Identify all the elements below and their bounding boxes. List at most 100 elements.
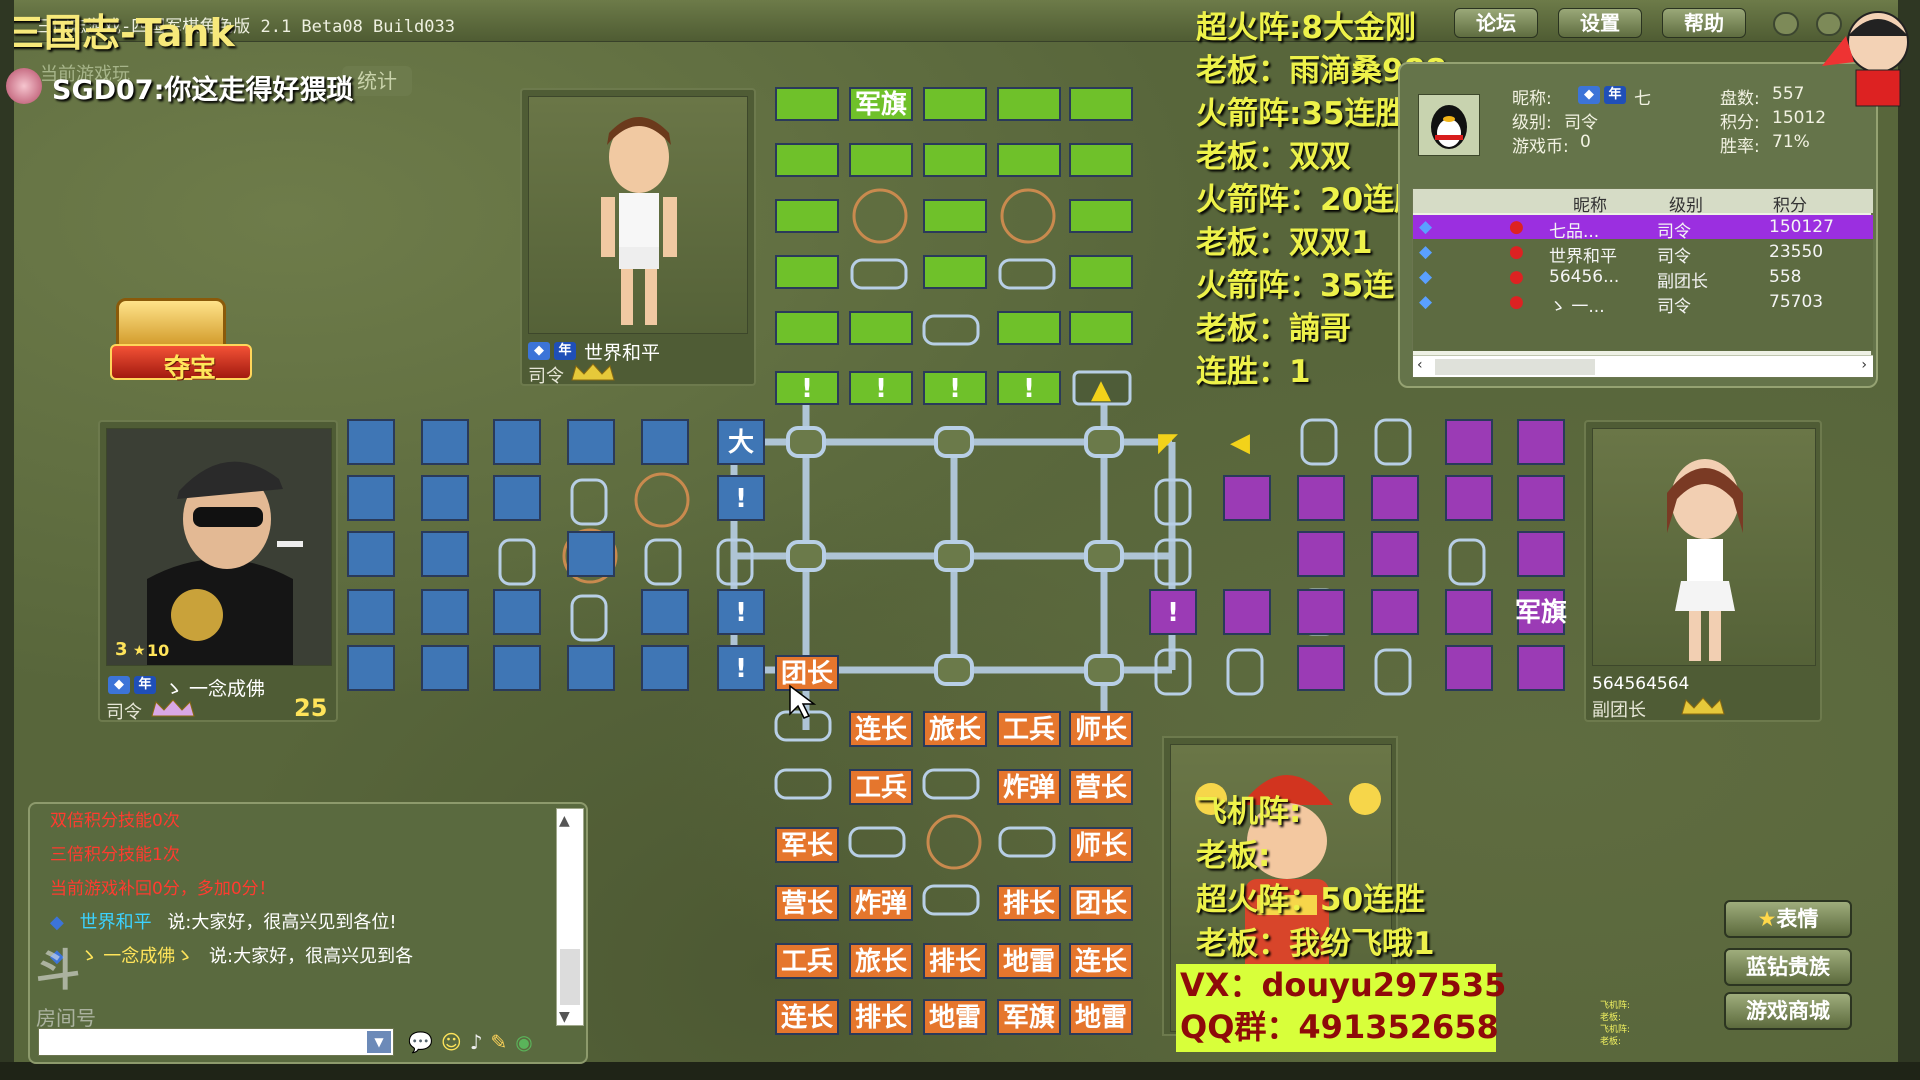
scroll-right-icon[interactable]: › <box>1861 357 1867 373</box>
table-row[interactable]: ◆ ● 56456... 副团长 558 <box>1413 265 1873 292</box>
purple-piece[interactable] <box>1517 475 1565 521</box>
green-piece[interactable] <box>775 311 839 345</box>
green-piece[interactable] <box>849 143 913 177</box>
col-score[interactable]: 积分 <box>1773 191 1807 216</box>
scroll-down-icon[interactable]: ▼ <box>559 1009 570 1025</box>
purple-piece[interactable] <box>1297 589 1345 635</box>
blue-piece[interactable] <box>421 475 469 521</box>
blue-piece[interactable] <box>493 589 541 635</box>
purple-piece[interactable] <box>1223 589 1271 635</box>
speaker-icon[interactable]: ♪ <box>470 1030 483 1054</box>
blue-piece[interactable] <box>493 475 541 521</box>
scroll-left-icon[interactable]: ‹ <box>1417 357 1423 373</box>
blue-piece[interactable] <box>641 419 689 465</box>
game-shop-button[interactable]: 游戏商城 <box>1724 992 1852 1030</box>
station[interactable] <box>1084 426 1124 458</box>
green-piece[interactable] <box>1069 87 1133 121</box>
blue-diamond-button[interactable]: 蓝钻贵族 <box>1724 948 1852 986</box>
star-icon: ★ <box>1757 907 1777 931</box>
purple-piece[interactable] <box>1517 645 1565 691</box>
penguin-icon: ● <box>1509 242 1524 262</box>
purple-piece[interactable] <box>1297 645 1345 691</box>
table-row[interactable]: ◆ ● 世界和平 司令 23550 <box>1413 240 1873 267</box>
blue-piece[interactable] <box>567 645 615 691</box>
tool-icon[interactable]: ✎ <box>491 1030 508 1054</box>
purple-piece[interactable] <box>1445 645 1493 691</box>
scroll-thumb[interactable] <box>560 949 580 1005</box>
purple-piece[interactable] <box>1297 475 1345 521</box>
green-piece[interactable] <box>997 87 1061 121</box>
emoji-icon[interactable]: ☺ <box>441 1030 462 1054</box>
row-name: 56456... <box>1549 267 1620 287</box>
blue-piece[interactable] <box>421 645 469 691</box>
station[interactable] <box>1084 540 1124 572</box>
orange-piece-label: 营长 <box>781 889 834 919</box>
station[interactable] <box>934 654 974 686</box>
station[interactable] <box>934 540 974 572</box>
overlay-line: 飞机阵: <box>1196 794 1302 830</box>
purple-piece[interactable] <box>1371 475 1419 521</box>
purple-piece[interactable] <box>1371 531 1419 577</box>
blue-piece[interactable] <box>567 531 615 577</box>
blue-piece[interactable] <box>347 589 395 635</box>
table-row[interactable]: ◆ ● 七品... 司令 150127 <box>1413 215 1873 242</box>
green-piece[interactable] <box>1069 311 1133 345</box>
speech-bubble-icon[interactable]: 💬 <box>408 1030 433 1054</box>
purple-piece[interactable] <box>1371 589 1419 635</box>
blue-piece[interactable] <box>567 419 615 465</box>
blue-piece[interactable] <box>641 589 689 635</box>
blue-piece[interactable] <box>493 645 541 691</box>
purple-piece[interactable] <box>1445 589 1493 635</box>
blue-piece[interactable] <box>421 589 469 635</box>
room-player-table: 昵称 级别 积分 ◆ ● 七品... 司令 150127 ◆ ● 世界和平 司令 23550 ◆ ● 5… <box>1412 188 1873 378</box>
blue-piece[interactable] <box>421 419 469 465</box>
tiny-note: 老板: <box>1600 1013 1622 1023</box>
station[interactable] <box>934 426 974 458</box>
blue-piece[interactable] <box>493 419 541 465</box>
blue-piece[interactable] <box>347 645 395 691</box>
station[interactable] <box>786 540 826 572</box>
green-piece[interactable] <box>923 143 987 177</box>
green-piece[interactable] <box>775 87 839 121</box>
green-piece[interactable] <box>923 199 987 233</box>
scroll-up-icon[interactable]: ▲ <box>559 813 570 829</box>
horizontal-scrollbar[interactable]: ‹ › <box>1413 355 1873 377</box>
col-rank[interactable]: 级别 <box>1669 191 1703 216</box>
row-score: 558 <box>1769 267 1802 287</box>
green-piece[interactable] <box>923 255 987 289</box>
station[interactable] <box>786 426 826 458</box>
green-piece[interactable] <box>1069 199 1133 233</box>
purple-piece[interactable] <box>1445 419 1493 465</box>
blue-piece[interactable] <box>347 531 395 577</box>
douyu-logo-icon: 斗 <box>36 945 80 996</box>
dropdown-icon[interactable]: ▼ <box>367 1031 391 1053</box>
col-nickname[interactable]: 昵称 <box>1573 191 1607 216</box>
globe-icon[interactable]: ◉ <box>515 1030 532 1054</box>
scroll-thumb[interactable] <box>1435 359 1595 375</box>
chat-scrollbar[interactable]: ▲ ▼ <box>556 808 584 1026</box>
station[interactable] <box>1084 654 1124 686</box>
green-piece[interactable] <box>997 311 1061 345</box>
emote-button[interactable]: ★表情 <box>1724 900 1852 938</box>
green-piece[interactable] <box>775 143 839 177</box>
green-piece[interactable] <box>849 311 913 345</box>
purple-piece[interactable] <box>1297 531 1345 577</box>
rank-label: 级别: <box>1512 113 1552 133</box>
purple-piece[interactable] <box>1223 475 1271 521</box>
table-row[interactable]: ◆ ● ゝ 一... 司令 75703 <box>1413 290 1873 317</box>
blue-piece[interactable] <box>347 419 395 465</box>
green-piece[interactable] <box>923 87 987 121</box>
chat-input[interactable]: ▼ <box>38 1028 394 1056</box>
green-piece[interactable] <box>775 199 839 233</box>
green-piece[interactable] <box>1069 143 1133 177</box>
purple-piece[interactable] <box>1517 531 1565 577</box>
green-piece[interactable] <box>997 143 1061 177</box>
green-piece[interactable] <box>1069 255 1133 289</box>
blue-piece[interactable] <box>421 531 469 577</box>
chat-user[interactable]: 世界和平 <box>80 912 152 933</box>
purple-piece[interactable] <box>1517 419 1565 465</box>
blue-piece[interactable] <box>347 475 395 521</box>
blue-piece[interactable] <box>641 645 689 691</box>
purple-piece[interactable] <box>1445 475 1493 521</box>
green-piece[interactable] <box>775 255 839 289</box>
